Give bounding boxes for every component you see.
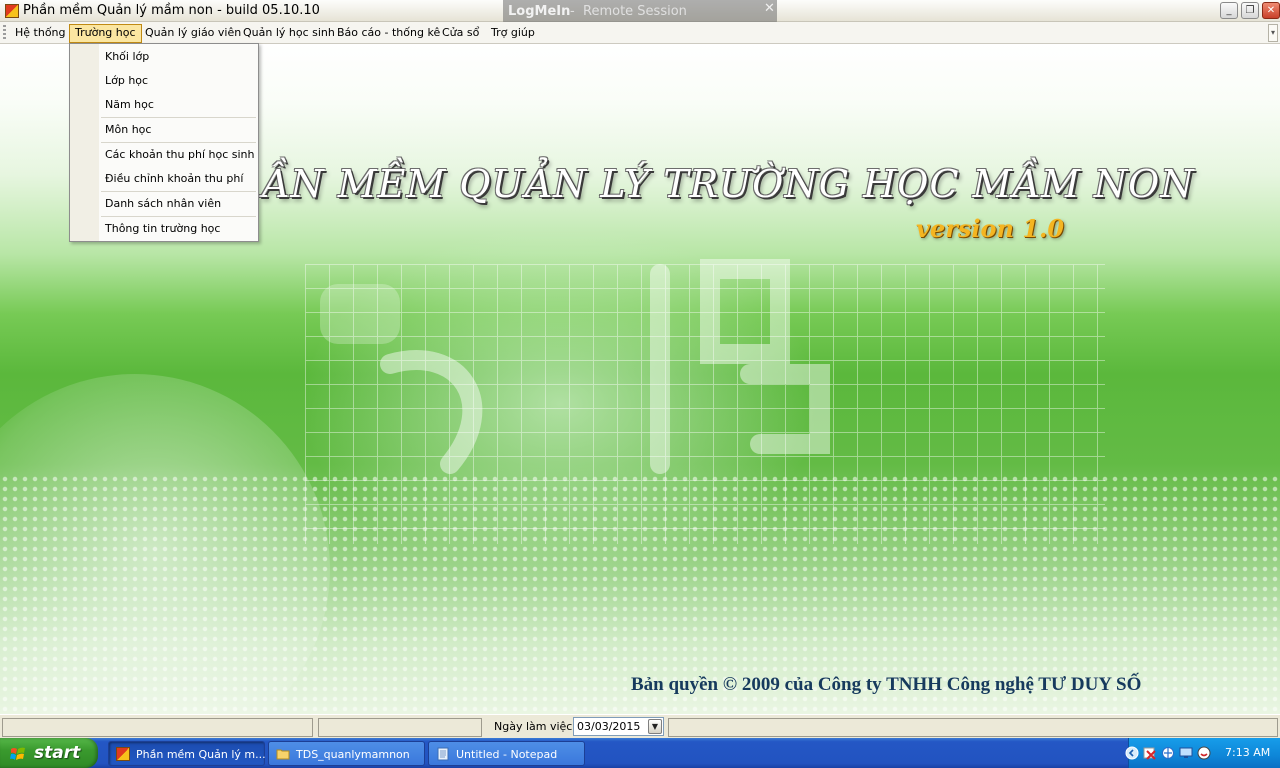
system-tray: 7:13 AM bbox=[1125, 738, 1280, 768]
logmein-close-icon[interactable]: ✕ bbox=[764, 1, 775, 16]
menu-bar: Hệ thống Trường học Quản lý giáo viên Qu… bbox=[0, 22, 1280, 44]
taskbar-item-label: TDS_quanlymamnon bbox=[296, 748, 410, 761]
security-alert-icon[interactable] bbox=[1143, 746, 1157, 760]
app-icon bbox=[116, 747, 130, 761]
taskbar-clock: 7:13 AM bbox=[1225, 746, 1271, 759]
network-icon[interactable] bbox=[1161, 746, 1175, 760]
logmein-session-bar: LogMeIn - Remote Session ✕ bbox=[503, 0, 777, 24]
notepad-icon bbox=[437, 747, 449, 761]
menu-bao-cao-thong-ke[interactable]: Báo cáo - thống kê bbox=[332, 24, 445, 43]
dropdown-image-margin bbox=[70, 44, 99, 241]
dropdown-item-khoan-thu-phi[interactable]: Các khoản thu phí học sinh bbox=[105, 148, 254, 161]
restore-button[interactable]: ❐ bbox=[1241, 2, 1259, 19]
menu-grip bbox=[3, 25, 6, 40]
menu-overflow-icon[interactable]: ▾ bbox=[1268, 24, 1278, 42]
dropdown-item-mon-hoc[interactable]: Môn học bbox=[105, 123, 151, 136]
close-button[interactable]: ✕ bbox=[1262, 2, 1280, 19]
work-date-value[interactable]: 03/03/2015 bbox=[577, 720, 640, 733]
minimize-button[interactable]: _ bbox=[1220, 2, 1238, 19]
taskbar-item-label: Untitled - Notepad bbox=[456, 748, 558, 761]
taskbar: start Phần mềm Quản lý m... TDS_quanlyma… bbox=[0, 738, 1280, 768]
menu-quan-ly-hoc-sinh[interactable]: Quản lý học sinh bbox=[238, 24, 340, 43]
app-icon bbox=[5, 4, 19, 18]
dropdown-separator bbox=[101, 142, 256, 143]
version-label: version 1.0 bbox=[916, 214, 1065, 243]
logmein-brand: LogMeIn bbox=[508, 4, 571, 19]
dropdown-item-dieu-chinh-thu-phi[interactable]: Điều chỉnh khoản thu phí bbox=[105, 172, 243, 185]
dropdown-separator bbox=[101, 216, 256, 217]
work-date-picker[interactable]: 03/03/2015 ▼ bbox=[573, 717, 664, 736]
status-panel-3 bbox=[668, 718, 1278, 737]
menu-cua-so[interactable]: Cửa sổ bbox=[437, 24, 484, 43]
work-date-label: Ngày làm việc: bbox=[494, 720, 577, 733]
banner-title: ẦN MỀM QUẢN LÝ TRƯỜNG HỌC MẦM NON bbox=[262, 162, 1195, 206]
windows-logo-icon bbox=[10, 747, 25, 760]
status-panel-1 bbox=[2, 718, 313, 737]
menu-quan-ly-giao-vien[interactable]: Quản lý giáo viên bbox=[140, 24, 246, 43]
dropdown-item-thong-tin-truong-hoc[interactable]: Thông tin trường học bbox=[105, 222, 220, 235]
dropdown-item-danh-sach-nhan-vien[interactable]: Danh sách nhân viên bbox=[105, 197, 221, 210]
status-panel-2 bbox=[318, 718, 482, 737]
dropdown-item-nam-hoc[interactable]: Năm học bbox=[105, 98, 154, 111]
folder-icon bbox=[276, 749, 290, 760]
start-label: start bbox=[34, 743, 81, 763]
menu-tro-giup[interactable]: Trợ giúp bbox=[486, 24, 540, 43]
taskbar-item-folder[interactable]: TDS_quanlymamnon bbox=[268, 741, 425, 766]
taskbar-item-app[interactable]: Phần mềm Quản lý m... bbox=[108, 741, 266, 766]
dropdown-separator bbox=[101, 191, 256, 192]
dropdown-separator bbox=[101, 117, 256, 118]
dropdown-item-khoi-lop[interactable]: Khối lớp bbox=[105, 50, 149, 63]
status-bar: Ngày làm việc: 03/03/2015 ▼ bbox=[0, 714, 1280, 738]
background-letter-art bbox=[320, 259, 830, 474]
window-title: Phần mềm Quản lý mầm non - build 05.10.1… bbox=[23, 3, 320, 18]
copyright-text: Bản quyền © 2009 của Công ty TNHH Công n… bbox=[631, 674, 1142, 695]
date-dropdown-icon[interactable]: ▼ bbox=[648, 719, 662, 734]
logmein-separator: - bbox=[570, 4, 575, 19]
logmein-session-label: Remote Session bbox=[583, 4, 687, 19]
truong-hoc-dropdown: Khối lớp Lớp học Năm học Môn học Các kho… bbox=[69, 43, 259, 242]
taskbar-item-label: Phần mềm Quản lý m... bbox=[136, 748, 266, 761]
taskbar-item-notepad[interactable]: Untitled - Notepad bbox=[428, 741, 585, 766]
tray-expand-icon[interactable] bbox=[1125, 746, 1139, 760]
logmein-tray-icon[interactable] bbox=[1197, 746, 1211, 760]
start-button[interactable]: start bbox=[0, 738, 98, 768]
menu-truong-hoc[interactable]: Trường học bbox=[69, 24, 142, 43]
display-icon[interactable] bbox=[1179, 746, 1193, 760]
menu-he-thong[interactable]: Hệ thống bbox=[10, 24, 71, 43]
dropdown-item-lop-hoc[interactable]: Lớp học bbox=[105, 74, 148, 87]
